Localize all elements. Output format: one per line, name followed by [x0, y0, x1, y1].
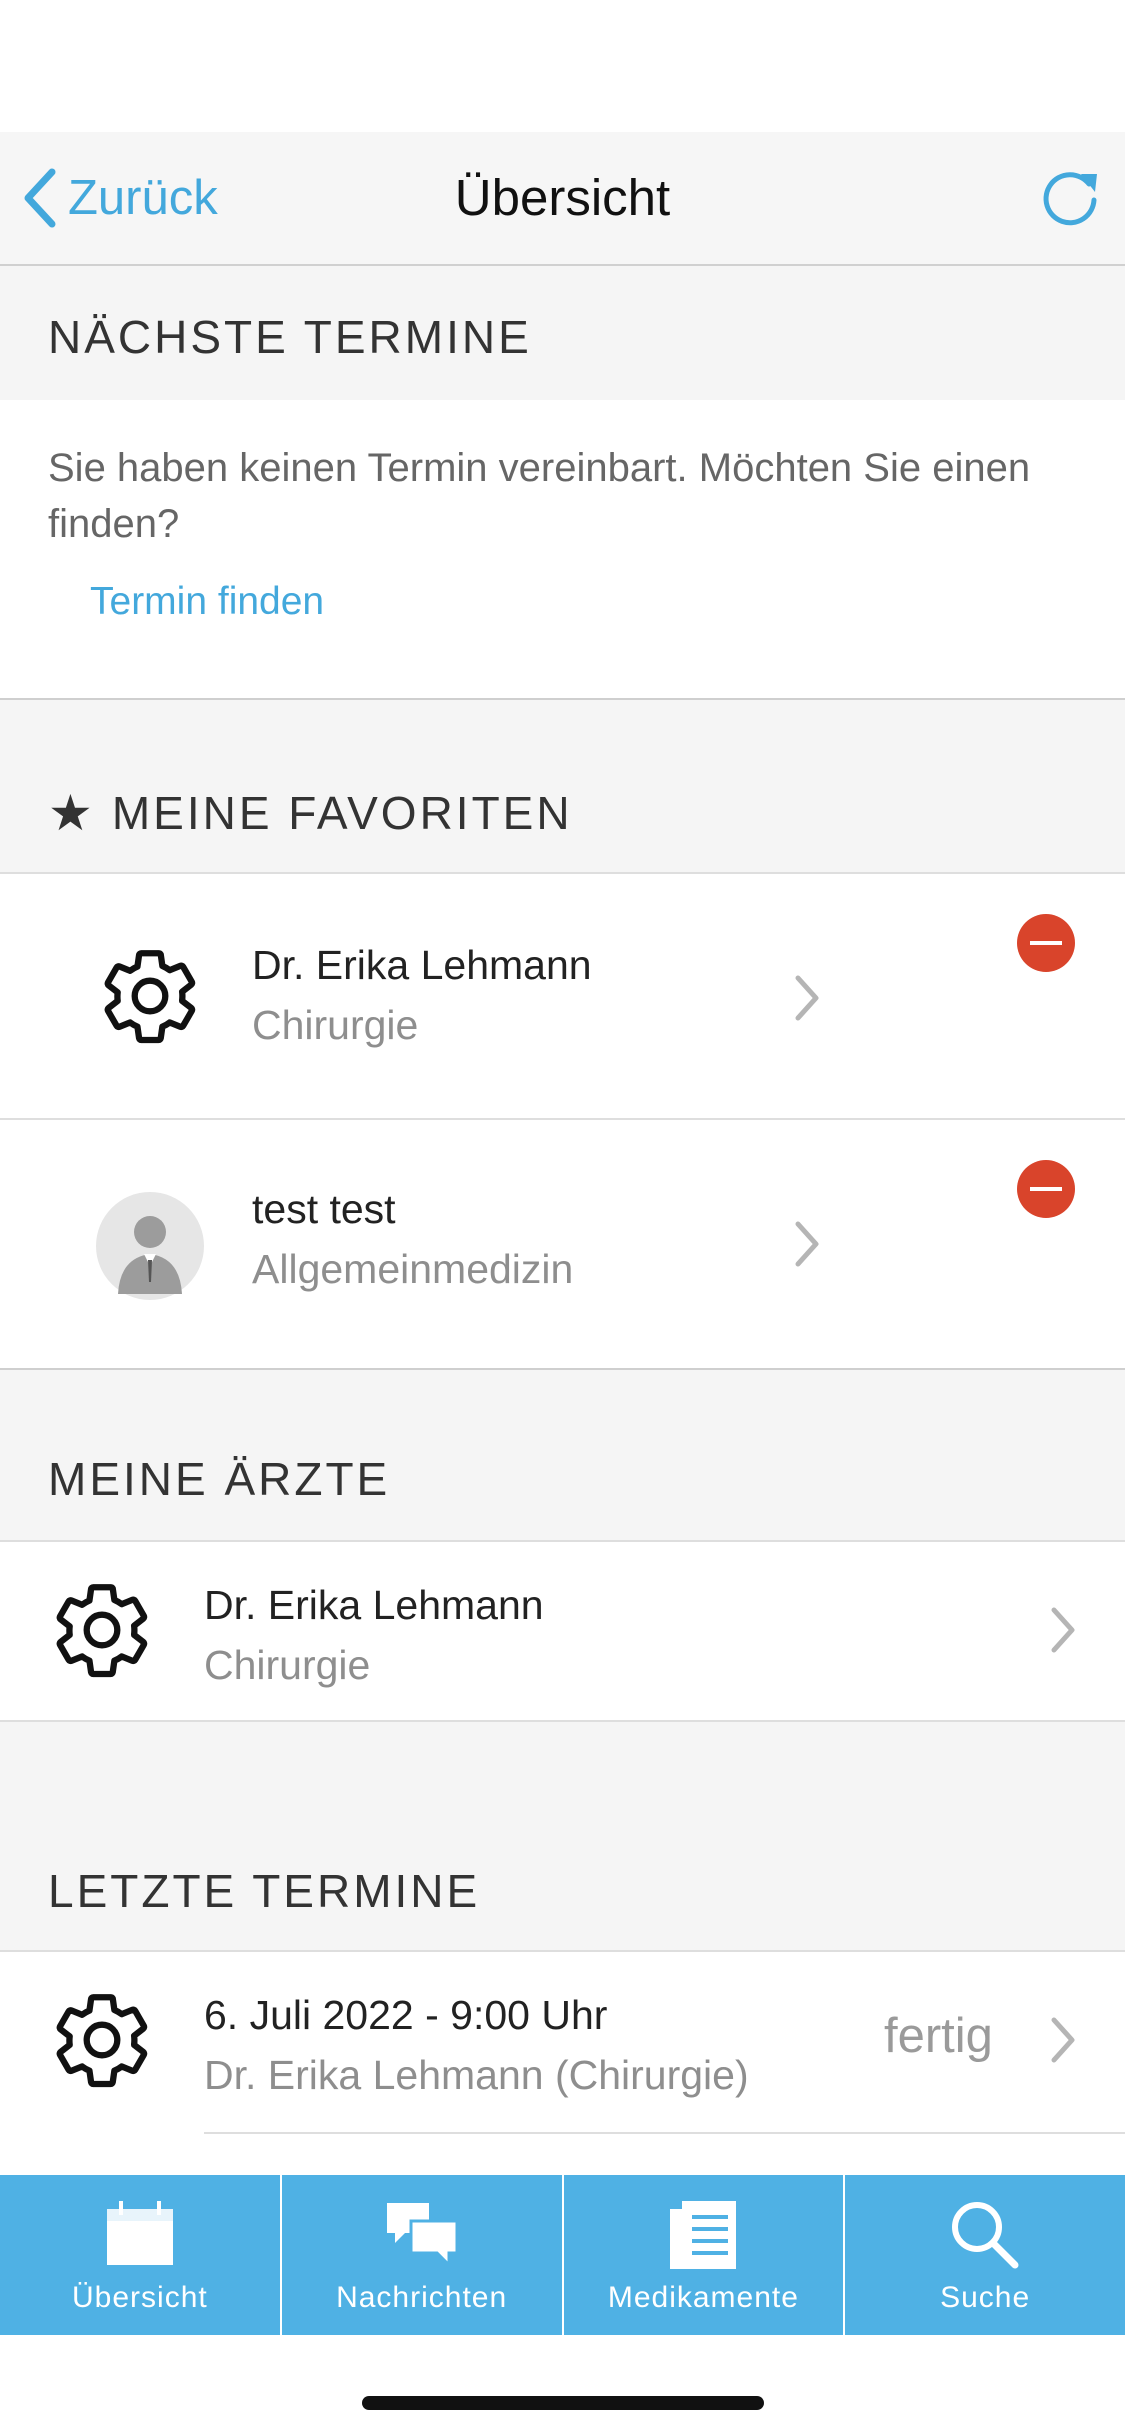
chevron-right-icon: [795, 975, 819, 1021]
tab-label: Medikamente: [607, 2281, 799, 2314]
appointment-row[interactable]: 6. Juli 2022 - 9:00 Uhr Dr. Erika Lehman…: [0, 1952, 1125, 2132]
chat-bubbles-icon: [386, 2203, 459, 2269]
find-appointment-link[interactable]: Termin finden: [90, 580, 324, 624]
row-divider: [204, 2132, 1125, 2134]
refresh-icon[interactable]: [1037, 164, 1103, 230]
last-appointments-list: 6. Juli 2022 - 9:00 Uhr Dr. Erika Lehman…: [0, 1950, 1125, 2177]
appointment-status: fertig: [884, 2009, 993, 2063]
page-title: Übersicht: [454, 169, 671, 226]
tab-medications[interactable]: Medikamente: [564, 2175, 846, 2335]
favorite-specialty: Chirurgie: [252, 1002, 419, 1048]
avatar: [96, 1192, 204, 1300]
home-indicator[interactable]: [362, 2396, 764, 2410]
doctor-name: Dr. Erika Lehmann: [204, 1582, 544, 1628]
favorite-specialty: Allgemeinmedizin: [252, 1246, 574, 1292]
gear-icon: [56, 1584, 148, 1678]
favorites-header-label: MEINE FAVORITEN: [111, 787, 573, 839]
favorite-name: test test: [252, 1186, 396, 1232]
appointment-doctor: Dr. Erika Lehmann (Chirurgie): [204, 2052, 749, 2098]
tab-overview[interactable]: Übersicht: [0, 2175, 282, 2335]
appointment-date: 6. Juli 2022 - 9:00 Uhr: [204, 1992, 608, 2038]
section-header-next-appointments: NÄCHSTE TERMINE: [48, 311, 532, 363]
tab-label: Suche: [940, 2281, 1031, 2314]
home-area: [0, 2335, 1125, 2436]
navigation-bar: Zurück Übersicht: [0, 132, 1125, 266]
section-header-favorites: ★ MEINE FAVORITEN: [48, 784, 573, 842]
favorite-row[interactable]: Dr. Erika Lehmann Chirurgie: [0, 872, 1125, 1120]
status-bar: [0, 0, 1125, 132]
favorite-name: Dr. Erika Lehmann: [252, 942, 592, 988]
calendar-icon: [106, 2201, 173, 2265]
tab-bar: Übersicht Nachrichten Medikamente Suche: [0, 2175, 1125, 2335]
section-header-last-appointments: LETZTE TERMINE: [48, 1865, 481, 1917]
next-appointments-card: Sie haben keinen Termin vereinbart. Möch…: [0, 400, 1125, 700]
remove-favorite-button[interactable]: [1017, 914, 1075, 972]
no-appointment-message: Sie haben keinen Termin vereinbart. Möch…: [48, 446, 1031, 546]
tab-label: Nachrichten: [336, 2281, 508, 2314]
doctor-specialty: Chirurgie: [204, 1642, 371, 1688]
star-icon: ★: [48, 785, 96, 841]
gear-icon: [56, 1994, 148, 2088]
tab-search[interactable]: Suche: [845, 2175, 1125, 2335]
favorite-row[interactable]: test test Allgemeinmedizin: [0, 1118, 1125, 1370]
tab-label: Übersicht: [72, 2281, 208, 2314]
chevron-right-icon: [1051, 1607, 1075, 1653]
gear-icon: [104, 950, 196, 1044]
chevron-right-icon: [795, 1221, 819, 1267]
tab-messages[interactable]: Nachrichten: [282, 2175, 564, 2335]
section-header-doctors: MEINE ÄRZTE: [48, 1453, 391, 1505]
document-list-icon: [670, 2201, 737, 2269]
chevron-right-icon: [1051, 2017, 1075, 2063]
doctor-row[interactable]: Dr. Erika Lehmann Chirurgie: [0, 1540, 1125, 1722]
remove-favorite-button[interactable]: [1017, 1160, 1075, 1218]
search-icon: [952, 2202, 1019, 2269]
